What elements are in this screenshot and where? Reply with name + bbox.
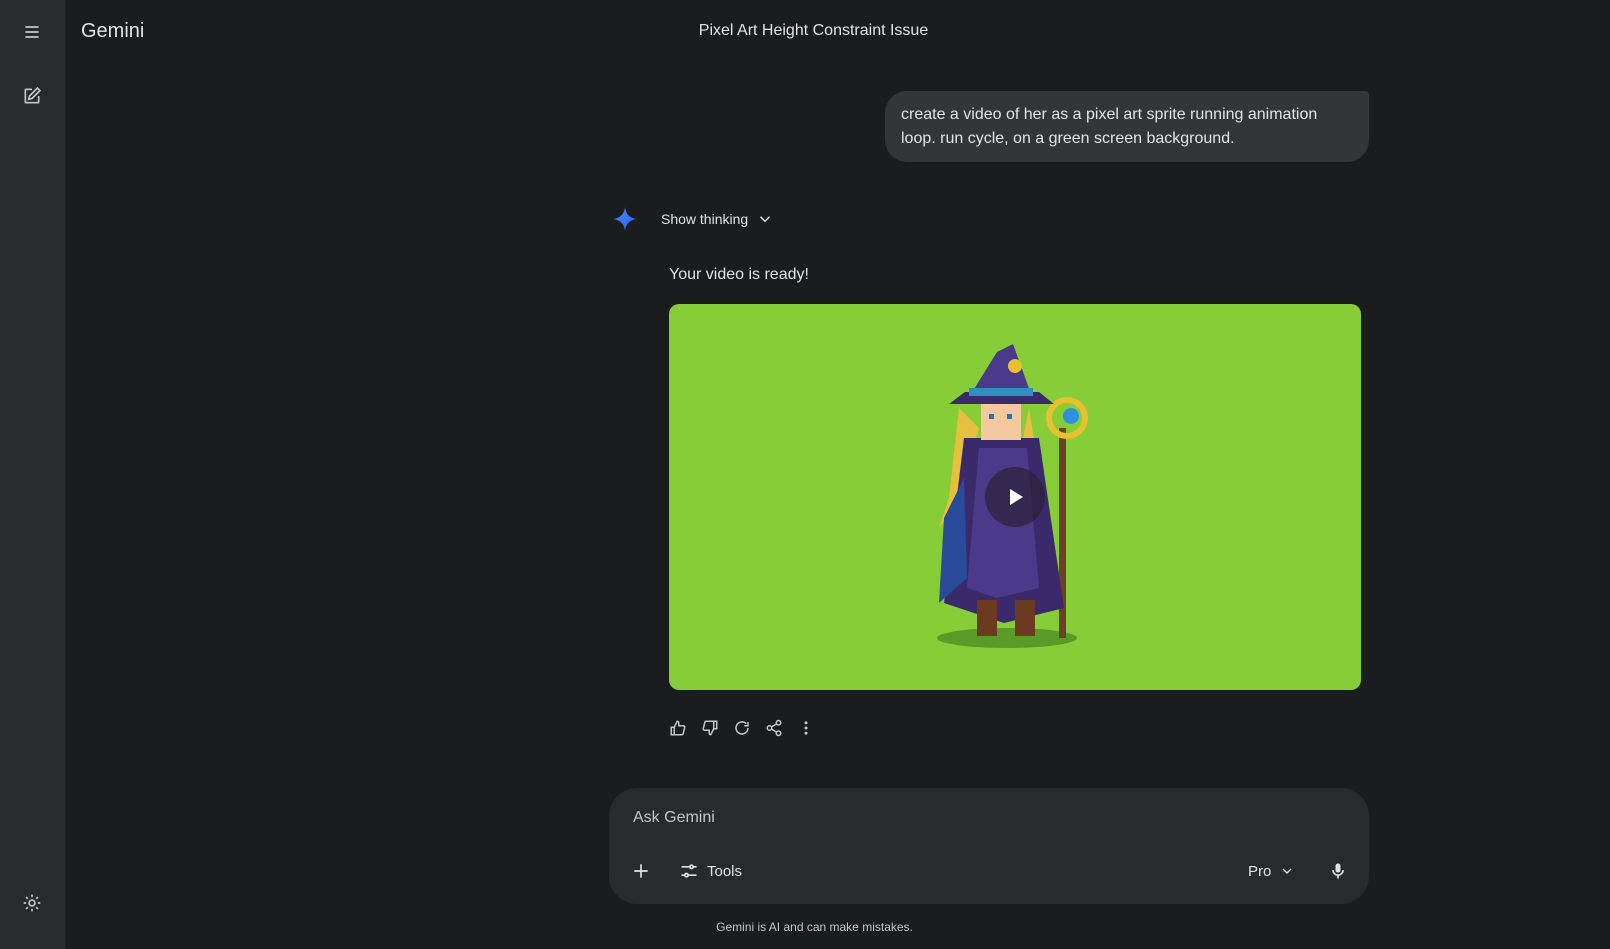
chevron-down-icon xyxy=(760,216,771,223)
model-selector[interactable]: Pro xyxy=(1248,859,1295,883)
disclaimer-text: Gemini is AI and can make mistakes. xyxy=(716,920,913,934)
thumb-up-icon xyxy=(670,720,686,736)
regenerate-button[interactable] xyxy=(732,718,752,738)
conversation-title: Pixel Art Height Constraint Issue xyxy=(0,22,1610,40)
show-thinking-label: Show thinking xyxy=(661,211,749,227)
new-chat-button[interactable] xyxy=(14,78,50,114)
tune-icon xyxy=(681,864,697,878)
chevron-down-icon xyxy=(1282,868,1292,874)
gemini-spark-icon xyxy=(613,207,637,231)
video-player[interactable] xyxy=(669,304,1361,690)
share-icon xyxy=(766,719,782,737)
show-thinking-toggle[interactable]: Show thinking xyxy=(661,208,774,230)
tools-button[interactable]: Tools xyxy=(679,859,742,883)
prompt-input[interactable] xyxy=(633,802,1333,834)
edit-icon xyxy=(24,86,42,104)
conversation-title-text: Pixel Art Height Constraint Issue xyxy=(698,22,929,39)
regenerate-icon xyxy=(735,721,749,735)
play-button[interactable] xyxy=(985,467,1045,527)
more-vert-icon xyxy=(804,721,808,735)
disclaimer: Gemini is AI and can make mistakes. xyxy=(65,920,1610,934)
plus-icon xyxy=(634,864,648,878)
microphone-button[interactable] xyxy=(1326,859,1350,883)
microphone-icon xyxy=(1332,863,1344,879)
prompt-composer: Tools Pro xyxy=(609,788,1369,904)
thumb-down-button[interactable] xyxy=(700,718,720,738)
add-attachment-button[interactable] xyxy=(629,859,653,883)
response-text: Your video is ready! xyxy=(669,266,809,283)
settings-button[interactable] xyxy=(14,885,50,921)
user-message-bubble: create a video of her as a pixel art spr… xyxy=(885,91,1369,162)
thumb-down-icon xyxy=(702,720,718,736)
response-actions xyxy=(668,718,816,738)
more-options-button[interactable] xyxy=(796,718,816,738)
model-label: Pro xyxy=(1248,862,1272,880)
tools-label: Tools xyxy=(707,862,743,880)
gear-icon xyxy=(23,894,41,912)
side-rail xyxy=(0,0,65,949)
thumb-up-button[interactable] xyxy=(668,718,688,738)
play-icon xyxy=(1010,489,1023,505)
share-button[interactable] xyxy=(764,718,784,738)
